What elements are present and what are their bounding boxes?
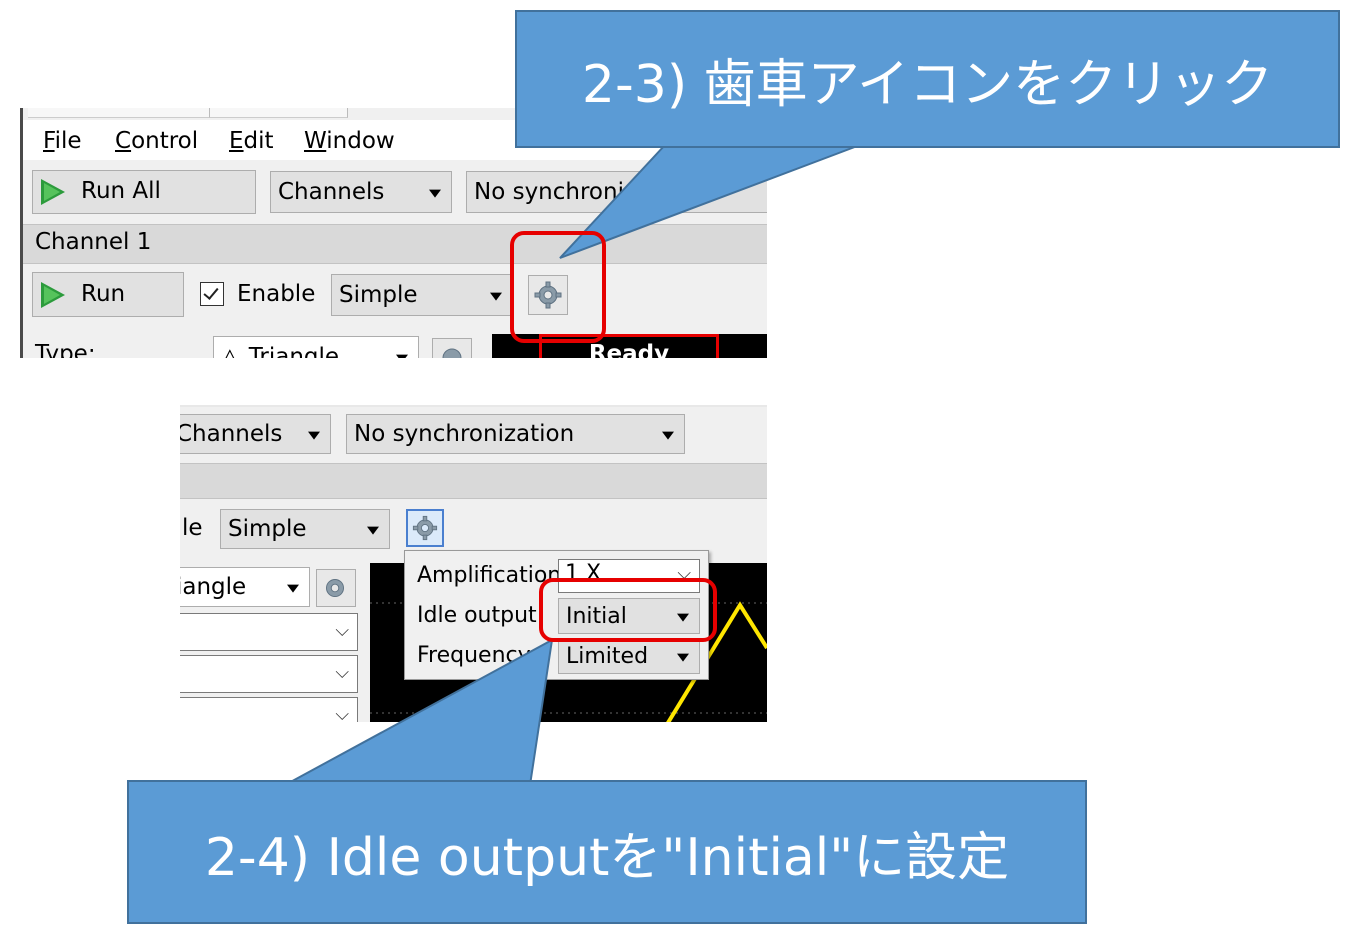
gear-highlight-box [510,231,606,343]
step-2-3-callout: 2-3) 歯車アイコンをクリック [515,10,1340,148]
bottom-callout-pointer [284,638,554,786]
step-2-4-text: 2-4) Idle outputを"Initial"に設定 [204,827,1010,888]
idle-output-highlight-box [539,578,717,642]
step-2-4-callout: 2-4) Idle outputを"Initial"に設定 [127,780,1087,924]
step-2-3-text: 2-3) 歯車アイコンをクリック [581,54,1274,115]
